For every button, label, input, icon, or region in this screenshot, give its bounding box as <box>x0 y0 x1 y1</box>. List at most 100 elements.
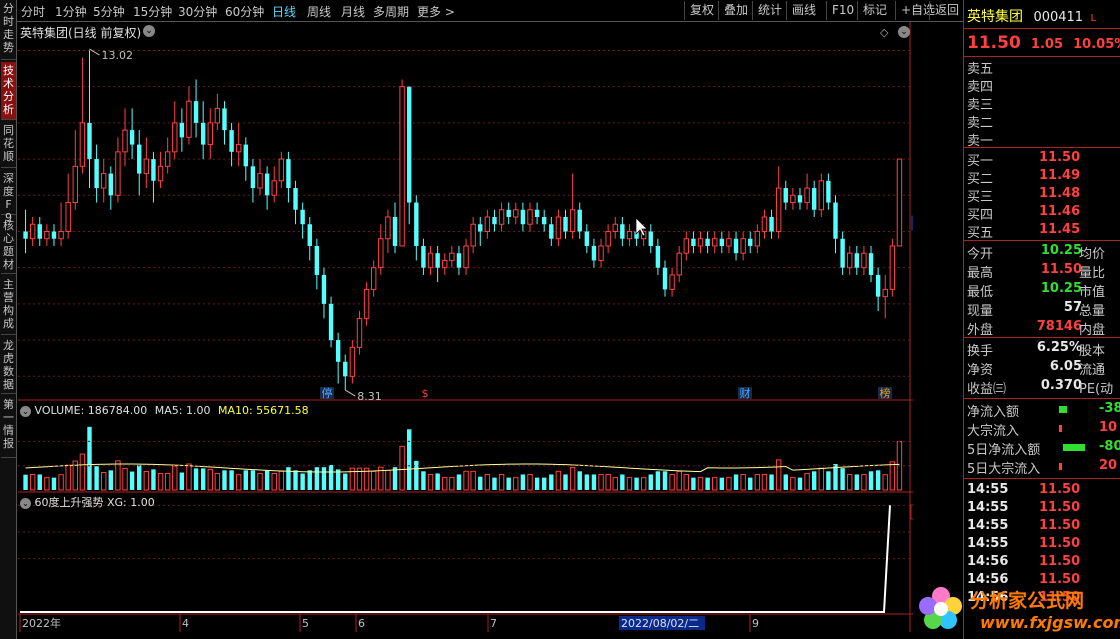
candle-body <box>861 252 867 269</box>
candle-body <box>648 231 653 246</box>
stat-label: 最低 <box>967 285 994 300</box>
volume-bar <box>58 474 64 491</box>
side-tab-6[interactable]: 龙虎数据 <box>1 337 16 394</box>
event-marker[interactable]: 榜 <box>880 386 891 400</box>
side-tab-4[interactable]: 核心题材 <box>1 217 16 274</box>
toolbar-button-1[interactable]: 叠加 <box>718 1 753 20</box>
side-tab-1[interactable]: 技术分析 <box>1 62 16 120</box>
tick-row-4: 14:56 11.50 <box>967 554 1117 569</box>
period-tab-3[interactable]: 15分钟 <box>133 3 172 20</box>
candle-body <box>875 274 881 297</box>
volume-bar <box>626 477 633 491</box>
candle-body <box>328 303 334 341</box>
flow-row-3: 5日大宗流入 20 <box>967 458 1120 477</box>
candle-body <box>200 122 206 145</box>
side-tab-bar: 分时走势技术分析同花顺深度F9核心题材主营构成龙虎数据第一情报 <box>0 0 17 639</box>
side-tab-2[interactable]: 同花顺 <box>1 122 16 168</box>
candle-body <box>51 231 57 239</box>
x-axis-label: 9 <box>752 617 759 630</box>
candle-body <box>833 202 838 239</box>
side-tab-7[interactable]: 第一情报 <box>1 396 16 458</box>
volume-bar <box>733 474 739 490</box>
toolbar-button-2[interactable]: 统计 <box>752 1 787 20</box>
volume-bar <box>271 472 277 491</box>
event-marker[interactable]: 财 <box>740 386 751 400</box>
stat-value: 78146 <box>1036 319 1082 334</box>
stat-label-2: 内盘 <box>1079 323 1106 338</box>
volume-bar <box>804 472 810 491</box>
toolbar-button-0[interactable]: 复权 <box>684 1 719 20</box>
candle-body <box>343 361 348 377</box>
volume-bar <box>151 469 156 490</box>
period-tab-8[interactable]: 月线 <box>341 3 365 20</box>
stat-value: 10.25 <box>1040 281 1082 296</box>
volume-bar <box>37 474 42 490</box>
period-tab-4[interactable]: 30分钟 <box>178 3 217 20</box>
stat-label: 现量 <box>967 304 994 319</box>
candle-body <box>542 217 547 225</box>
volume-bar <box>307 470 312 490</box>
candle-body <box>193 101 199 123</box>
volume-bar <box>243 470 249 490</box>
bid-price: 11.48 <box>1039 186 1081 201</box>
chart-settings-icon[interactable]: ◇ <box>880 26 888 39</box>
min-price-label: 8.31 <box>357 390 382 403</box>
candle-body <box>569 209 576 232</box>
tick-row-0: 14:55 11.50 <box>967 482 1117 497</box>
candle-body <box>235 144 242 153</box>
toolbar-button-3[interactable]: 画线 <box>786 1 821 20</box>
kline-chart-frame[interactable]: 13.0012.5012.0011.5011.0010.5010.009.509… <box>18 22 958 639</box>
bid-price: 11.49 <box>1039 168 1081 183</box>
chart-title-dropdown-icon[interactable]: ⌄ <box>143 25 155 37</box>
volume-bar <box>229 470 234 490</box>
volume-bar <box>811 471 817 490</box>
candle-body <box>605 230 611 247</box>
candle-body <box>676 252 682 276</box>
period-tab-1[interactable]: 1分钟 <box>55 3 87 20</box>
volume-header-dropdown-icon[interactable]: ⌄ <box>20 406 31 417</box>
volume-bar <box>442 477 448 491</box>
x-axis-label: 7 <box>490 617 497 630</box>
period-tab-9[interactable]: 多周期 <box>373 3 409 20</box>
period-tab-6[interactable]: 日线 <box>272 3 296 20</box>
stat-label: 今开 <box>967 247 994 262</box>
toolbar-button-7[interactable]: 返回 <box>929 1 964 20</box>
side-tab-3[interactable]: 深度F9 <box>1 170 16 224</box>
volume-bar <box>826 471 831 490</box>
event-marker[interactable]: $ <box>422 387 429 400</box>
toolbar-button-4[interactable]: F10 <box>826 1 859 20</box>
chart-settings-dropdown-icon[interactable]: ⌄ <box>898 26 910 38</box>
divider <box>964 398 1120 399</box>
finance-label-2: 股本 <box>1079 344 1106 359</box>
volume-bar <box>157 472 164 491</box>
period-tab-2[interactable]: 5分钟 <box>93 3 125 20</box>
period-tab-7[interactable]: 周线 <box>307 3 331 20</box>
stat-label: 外盘 <box>967 323 994 338</box>
candle-body <box>356 317 363 348</box>
tick-time: 14:55 <box>967 536 1009 551</box>
candle-body <box>286 159 291 189</box>
stat-label-2: 均价 <box>1079 247 1106 262</box>
candle-body <box>626 230 633 240</box>
volume-bar <box>143 471 150 491</box>
toolbar-button-5[interactable]: 标记 <box>857 1 892 20</box>
flower-logo-icon <box>919 587 962 629</box>
period-tab-5[interactable]: 60分钟 <box>225 3 264 20</box>
tick-price: 11.50 <box>1039 482 1081 497</box>
volume-ma5: MA5: 1.00 <box>154 404 211 417</box>
x-axis-label: 2022年 <box>22 616 61 630</box>
volume-header: ⌄ VOLUME: 186784.00 MA5: 1.00 MA10: 5567… <box>20 404 309 417</box>
stock-code: 000411 <box>1033 10 1084 25</box>
candle-body <box>435 253 440 268</box>
indicator-header-dropdown-icon[interactable]: ⌄ <box>20 498 31 509</box>
candle-body <box>506 209 511 217</box>
period-tab-10[interactable]: 更多 > <box>417 3 455 20</box>
volume-bar <box>463 470 469 491</box>
bid-row-3: 买四 11.46 <box>967 204 1117 223</box>
kline-chart[interactable]: 13.0012.5012.0011.5011.0010.5010.009.509… <box>18 22 958 639</box>
event-marker[interactable]: 停 <box>322 386 333 400</box>
indicator-value: 60度上升强势 XG: 1.00 <box>34 496 155 509</box>
side-tab-5[interactable]: 主营构成 <box>1 276 16 335</box>
period-tab-0[interactable]: 分时 <box>21 3 45 20</box>
side-tab-0[interactable]: 分时走势 <box>1 0 16 60</box>
